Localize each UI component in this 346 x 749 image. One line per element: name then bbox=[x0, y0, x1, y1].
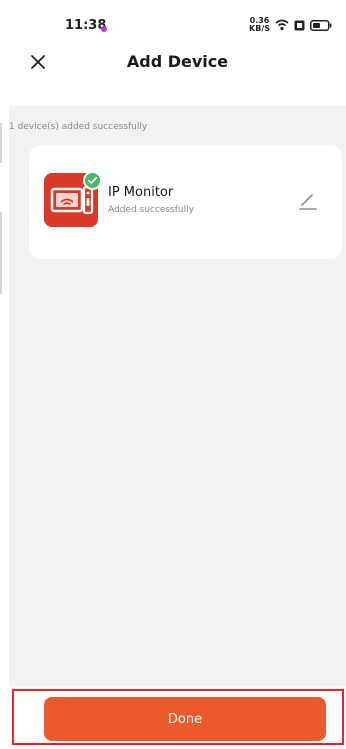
status-icons: 0.36 KB/S bbox=[249, 17, 332, 33]
edge-marker bbox=[0, 123, 2, 163]
done-button[interactable]: Done bbox=[44, 697, 326, 741]
device-name: IP Monitor bbox=[108, 185, 174, 200]
sim-icon bbox=[294, 20, 305, 30]
network-speed: 0.36 KB/S bbox=[249, 17, 270, 33]
success-badge bbox=[83, 171, 102, 190]
footer: Done bbox=[9, 686, 346, 749]
status-time: 11:38 bbox=[65, 18, 107, 33]
header: 11:38 0.36 KB/S Add Device bbox=[9, 0, 346, 106]
edge-marker bbox=[0, 212, 2, 294]
network-speed-unit: KB/S bbox=[249, 24, 270, 33]
device-status: Added successfully bbox=[108, 205, 194, 215]
notification-dot bbox=[101, 26, 107, 32]
page-title: Add Device bbox=[126, 52, 229, 71]
check-icon bbox=[87, 176, 98, 184]
rename-device-button[interactable] bbox=[297, 190, 319, 212]
pencil-icon bbox=[299, 194, 317, 210]
app-screen: 11:38 0.36 KB/S Add Device 1 device(s) a… bbox=[9, 0, 346, 749]
device-card[interactable]: IP Monitor Added successfully bbox=[29, 145, 342, 259]
battery-icon bbox=[310, 19, 332, 31]
wifi-icon bbox=[275, 19, 289, 31]
result-message: 1 device(s) added successfully bbox=[9, 122, 148, 132]
